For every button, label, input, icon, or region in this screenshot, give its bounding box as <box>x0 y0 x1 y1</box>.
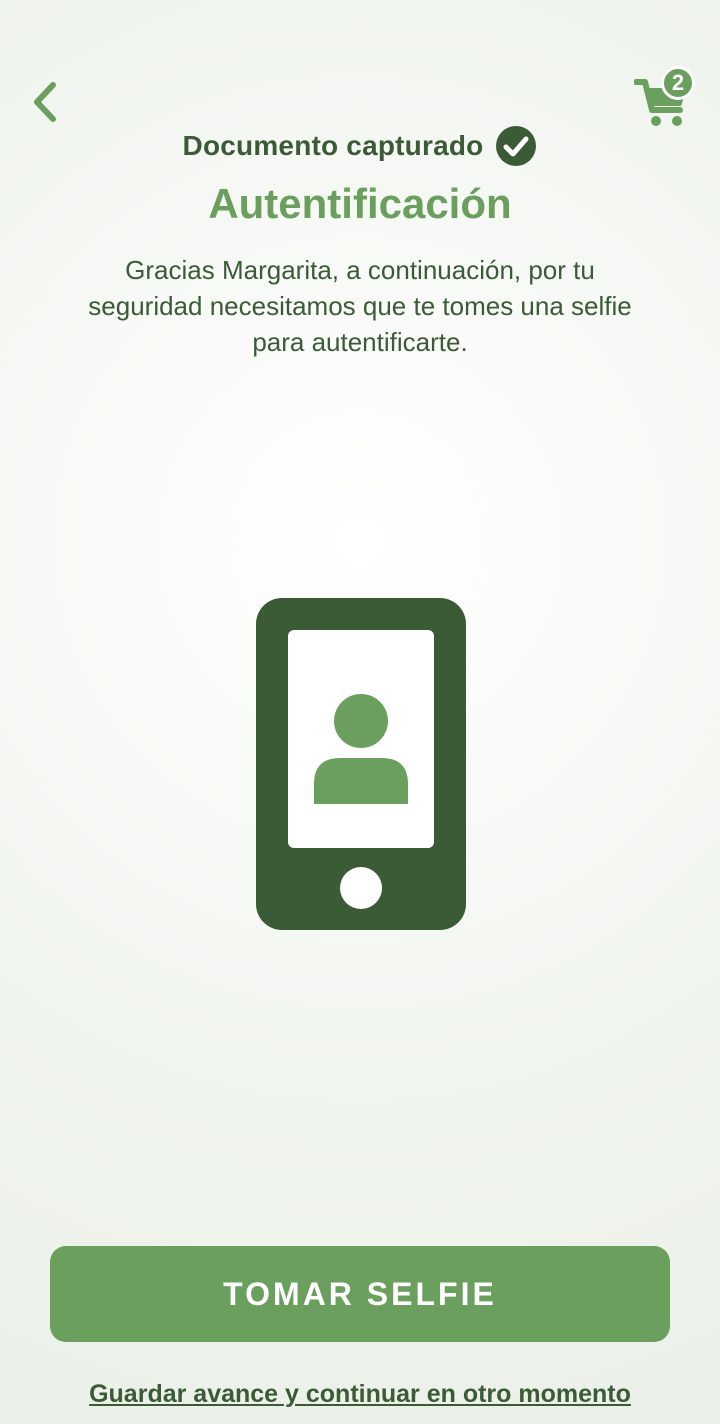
phone-selfie-icon <box>256 598 466 930</box>
cart-button[interactable]: 2 <box>630 66 700 132</box>
document-status: Documento capturado <box>0 124 720 168</box>
back-button[interactable] <box>22 78 66 126</box>
document-status-text: Documento capturado <box>182 130 484 161</box>
take-selfie-button[interactable]: TOMAR SELFIE <box>50 1246 670 1342</box>
cart-count-badge: 2 <box>661 66 695 100</box>
check-circle-icon <box>496 126 537 166</box>
save-progress-link[interactable]: Guardar avance y continuar en otro momen… <box>0 1380 720 1409</box>
chevron-left-icon <box>34 82 56 122</box>
page-title: Autentificación <box>208 180 512 227</box>
page-description: Gracias Margarita, a continuación, por t… <box>88 255 632 357</box>
